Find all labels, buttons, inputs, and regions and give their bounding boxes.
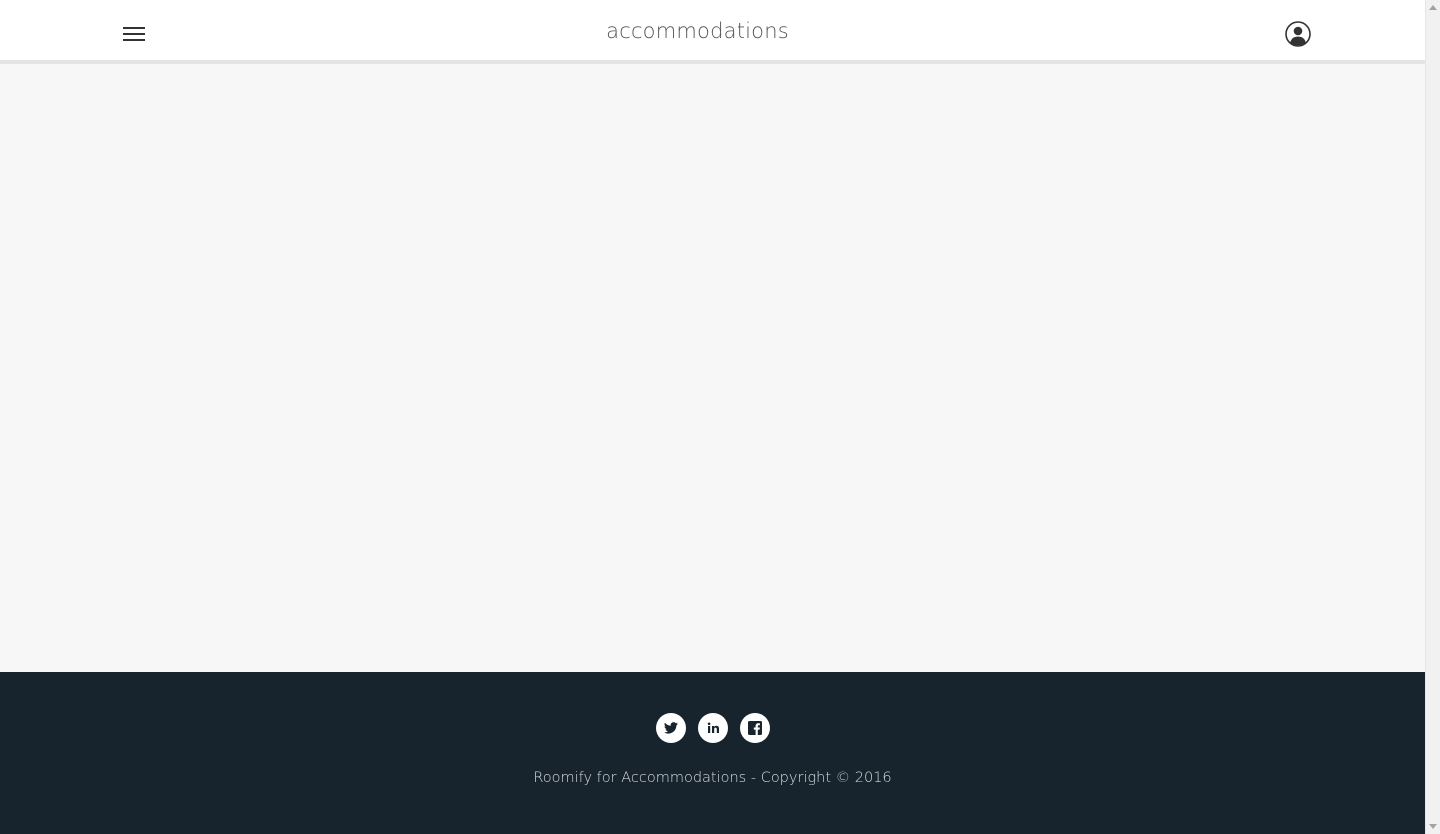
twitter-icon bbox=[663, 722, 678, 734]
scroll-up-icon[interactable] bbox=[1429, 5, 1437, 10]
page: accommodations Roomify for Accommodation… bbox=[0, 0, 1425, 834]
site-title[interactable]: accommodations bbox=[0, 19, 1395, 43]
twitter-link[interactable] bbox=[655, 713, 686, 743]
user-account-icon bbox=[1285, 21, 1311, 47]
facebook-icon bbox=[747, 721, 762, 735]
linkedin-link[interactable] bbox=[697, 713, 728, 743]
vertical-scrollbar[interactable] bbox=[1425, 0, 1440, 834]
site-header: accommodations bbox=[0, 0, 1425, 64]
social-links bbox=[0, 713, 1425, 743]
scroll-down-icon[interactable] bbox=[1429, 824, 1437, 829]
main-content bbox=[0, 64, 1425, 672]
copyright-text: Roomify for Accommodations - Copyright ©… bbox=[533, 770, 892, 786]
user-account-button[interactable] bbox=[1284, 20, 1312, 48]
linkedin-icon bbox=[707, 722, 719, 733]
site-footer: Roomify for Accommodations - Copyright ©… bbox=[0, 672, 1425, 834]
facebook-link[interactable] bbox=[739, 713, 770, 743]
